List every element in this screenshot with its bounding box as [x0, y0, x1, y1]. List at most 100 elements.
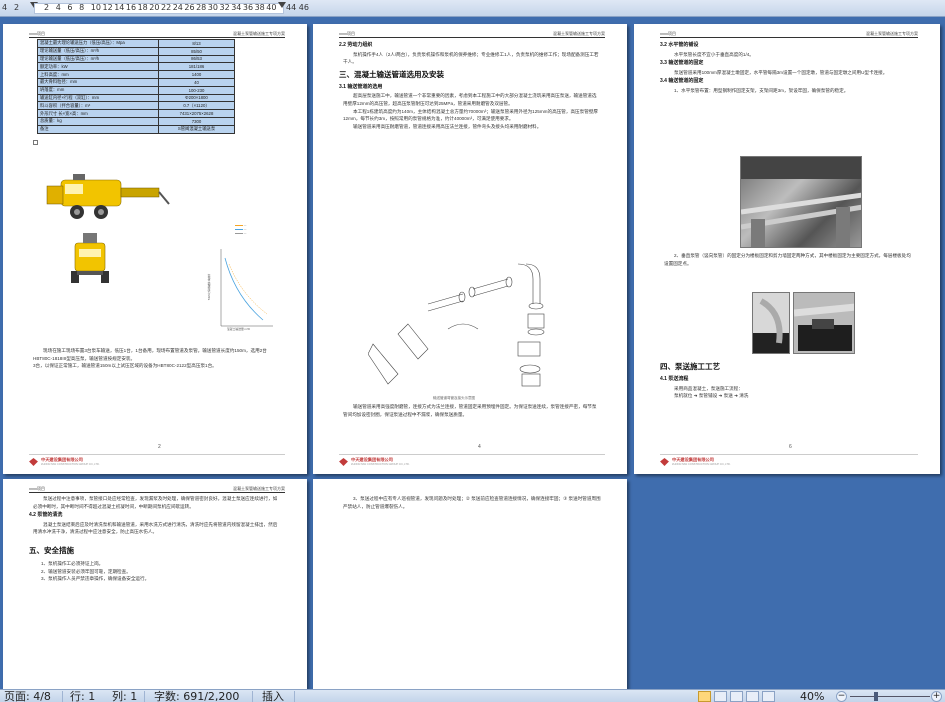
draft-view-button[interactable]	[762, 691, 775, 702]
spec-row[interactable]: 坍落度：mm 100-230	[37, 85, 235, 95]
spec-value-cell[interactable]: 8/13	[158, 39, 235, 48]
spec-row[interactable]: 最大骨料粒径：mm 40	[37, 77, 235, 87]
document-page-2[interactable]: xxxx项目 混凝土泵管输送施工专项方案 混凝土最大理论输送压力（低压/高压）：…	[3, 24, 307, 474]
chart-x-label: 混凝土输送量 m³/h	[227, 327, 251, 331]
spec-param-cell[interactable]: 理论输送量（低压/高压）：m³/h	[37, 54, 159, 64]
list-item: 1、泵机操作工必须持证上岗。	[41, 560, 104, 566]
spec-value-cell[interactable]: 0.7（×1120）	[158, 101, 235, 111]
spec-value-cell[interactable]: 7300	[158, 116, 235, 126]
spec-row[interactable]: 理论输送量（低压/高压）：m³/h 85/50	[37, 46, 235, 56]
document-page-7[interactable]: xxxx项目 混凝土泵管输送施工专项方案 泵送过程中注意事项，泵管接口处应经常检…	[3, 479, 307, 689]
spec-row[interactable]: 输送缸内径×行程（双缸）：mm Φ200×1800	[37, 93, 235, 103]
spec-param-cell[interactable]: 额定功率：kW	[37, 62, 159, 72]
spec-row[interactable]: 备注 S管阀混凝土输送泵	[37, 124, 235, 134]
spec-row[interactable]: 混凝土最大理论输送压力（低压/高压）：Mpa 8/13	[37, 39, 235, 48]
spec-row[interactable]: 总质量：kg 7300	[37, 116, 235, 126]
spec-param-cell[interactable]: 总质量：kg	[37, 116, 159, 126]
table-move-handle[interactable]	[33, 140, 38, 145]
spec-param-cell[interactable]: 坍落度：mm	[37, 85, 159, 95]
ruler-label: 28	[196, 3, 207, 12]
spec-value-cell[interactable]: 181/186	[158, 62, 235, 72]
ruler-label: 40	[266, 3, 277, 12]
spec-row[interactable]: 理论输送量（低压/高压）：m³/h 86/53	[37, 54, 235, 64]
process-flow: 泵机就位 ➜ 泵管铺设 ➜ 泵送 ➜ 清洗	[674, 393, 749, 399]
spec-value-cell[interactable]: S管阀混凝土输送泵	[158, 124, 235, 134]
page-number: 4	[478, 444, 481, 450]
spec-row[interactable]: 外形尺寸 长×宽×高：mm 7431×2075×2628	[37, 109, 235, 118]
page-body-lower[interactable]: 四、泵送施工工艺 4.1 泵送流程 采用商品混凝土，泵送施工流程： 泵机就位 ➜…	[660, 358, 914, 400]
spec-param-cell[interactable]: 理论输送量（低压/高压）：m³/h	[37, 46, 159, 56]
zoom-level[interactable]: 40%	[800, 690, 824, 702]
ruler-right-indent-marker[interactable]	[278, 2, 286, 8]
spec-value-cell[interactable]: 86/53	[158, 54, 235, 64]
ruler-label: 34	[231, 3, 242, 12]
spec-param-cell[interactable]: 混凝土最大理论输送压力（低压/高压）：Mpa	[37, 39, 159, 48]
paragraph: 输送管道采用高强度耐磨管，连接方式为法兰连接，管道固定采用预埋件固定。为保证泵送…	[343, 404, 597, 417]
status-word-count[interactable]: 字数: 691/2,200	[154, 690, 239, 702]
print-layout-view-button[interactable]	[698, 691, 711, 702]
spec-param-cell[interactable]: 输送缸内径×行程（双缸）：mm	[37, 93, 159, 103]
ruler-label: 26	[184, 3, 195, 12]
zoom-out-button[interactable]: −	[836, 691, 847, 702]
page-body[interactable]: 2.2 劳动力组织 泵机操作手4人（2人/两台），负责泵机操作和泵机的保养维修；…	[339, 40, 601, 130]
document-page-4[interactable]: xxxx项目 混凝土泵管输送施工专项方案 2.2 劳动力组织 泵机操作手4人（2…	[313, 24, 627, 474]
chart-y-label: 混凝土输送压力 MPa	[207, 274, 211, 301]
spec-param-cell[interactable]: 外形尺寸 长×宽×高：mm	[37, 109, 159, 118]
spec-value-cell[interactable]: 40	[158, 77, 235, 87]
section-heading: 4.2 泵管的清洗	[29, 512, 63, 519]
spec-row[interactable]: 料斗容积（拌合容量）：m³ 0.7（×1120）	[37, 101, 235, 111]
page-header: xxxx项目 混凝土泵管输送施工专项方案	[29, 485, 285, 493]
zoom-slider-thumb[interactable]	[874, 692, 878, 701]
page-body[interactable]: 泵送过程中注意事项，泵管接口处应经常检查，发现漏浆及时处理，确保管道密封良好。混…	[29, 495, 281, 583]
spec-value-cell[interactable]: 100-230	[158, 85, 235, 95]
spec-value-cell[interactable]: 85/50	[158, 46, 235, 56]
ruler-label: 12	[102, 3, 113, 12]
page-body-lower[interactable]: 输送管道采用高强度耐磨管，连接方式为法兰连接，管道固定采用预埋件固定。为保证泵送…	[343, 403, 601, 418]
status-separator	[62, 691, 63, 702]
spec-param-cell[interactable]: 料斗容积（拌合容量）：m³	[37, 101, 159, 111]
section-heading: 3.4 输送管道的固定	[660, 78, 704, 85]
paragraph: 泵送管道采用100mm厚混凝土墩固定，水平管每隔3m设置一个固定墩，管道与固定墩…	[674, 69, 888, 75]
ruler-label: 4	[2, 3, 8, 12]
ruler-label: 14	[114, 3, 125, 12]
outline-view-button[interactable]	[746, 691, 759, 702]
page-body[interactable]: 3、泵送过程中应有专人巡视管道，发现问题及时处理；② 泵送前应检查管道连接情况，…	[343, 495, 601, 510]
spec-row[interactable]: 额定功率：kW 181/186	[37, 62, 235, 72]
ruler-label: 8	[79, 3, 85, 12]
paragraph: 混凝土泵送结束后应及时清洗泵机和输送管道，采用水洗方式进行清洗，清洗时应先将管道…	[33, 521, 278, 535]
company-logo-icon	[339, 458, 348, 466]
spec-param-cell[interactable]: 最大骨料粒径：mm	[37, 77, 159, 87]
spec-row[interactable]: 上料高度：mm 1400	[37, 70, 235, 79]
pump-spec-table[interactable]: 混凝土最大理论输送压力（低压/高压）：Mpa 8/13 理论输送量（低压/高压）：m…	[37, 39, 235, 134]
document-page-8[interactable]: 3、泵送过程中应有专人巡视管道，发现问题及时处理；② 泵送前应检查管道连接情况，…	[313, 479, 627, 689]
horizontal-ruler[interactable]: 4 2 44 46 2 4 6 8 10 12 14 16 18 20 22 24 26 28 30 32 34…	[0, 0, 945, 17]
document-page-6[interactable]: xxxx项目 混凝土泵管输送施工专项方案 3.2 水平管的铺设 水平泵管长度不宜…	[634, 24, 940, 474]
page-body[interactable]: 3.2 水平管的铺设 水平泵管长度不宜小于垂直高度的1/4。 3.3 输送管道的…	[660, 40, 914, 95]
chapter-heading: 四、泵送施工工艺	[660, 362, 720, 371]
web-layout-button[interactable]	[730, 691, 743, 702]
header-left: xxxx项目	[660, 31, 676, 36]
page-body[interactable]: 现场在施工现场布置3台泵车输送，低压1台，1台备用，现场布置管道及泵管。输送管道…	[33, 347, 281, 370]
zoom-in-button[interactable]: +	[931, 691, 942, 702]
paragraph: 泵机操作手4人（2人/两台），负责泵机操作和泵机的保养维修；专业维修工1人，负责…	[343, 51, 599, 65]
page-footer: 中天建设集团有限公司 ZHONGTIAN CONSTRUCTION GROUP C…	[29, 454, 285, 468]
figure-caption: 输送管道弯管及接头示意图	[433, 396, 475, 400]
spec-param-cell[interactable]: 备注	[37, 124, 159, 134]
ruler-label: 24	[172, 3, 183, 12]
flow-step: 泵管铺设	[698, 393, 718, 399]
page-number: 2	[158, 444, 161, 450]
zoom-slider-track[interactable]	[850, 696, 930, 697]
page-body-mid[interactable]: 2、垂直泵管（竖向泵管）的固定分为楼板固定和剪力墙固定两种方式，其中楼板固定为主…	[664, 252, 914, 267]
spec-value-cell[interactable]: Φ200×1800	[158, 93, 235, 103]
ruler-label: 44 46	[286, 3, 309, 12]
document-workspace[interactable]: xxxx项目 混凝土泵管输送施工专项方案 混凝土最大理论输送压力（低压/高压）：…	[0, 17, 945, 689]
spec-value-cell[interactable]: 7431×2075×2628	[158, 109, 235, 118]
flow-step: 清洗	[739, 393, 749, 399]
ruler-label: 36	[242, 3, 254, 12]
status-insert-mode[interactable]: 插入	[262, 690, 284, 702]
chapter-heading: 三、混凝土输送管道选用及安装	[339, 69, 444, 79]
status-page[interactable]: 页面: 4/8	[4, 690, 51, 702]
full-screen-reading-button[interactable]	[714, 691, 727, 702]
spec-param-cell[interactable]: 上料高度：mm	[37, 70, 159, 79]
spec-value-cell[interactable]: 1400	[158, 70, 235, 79]
